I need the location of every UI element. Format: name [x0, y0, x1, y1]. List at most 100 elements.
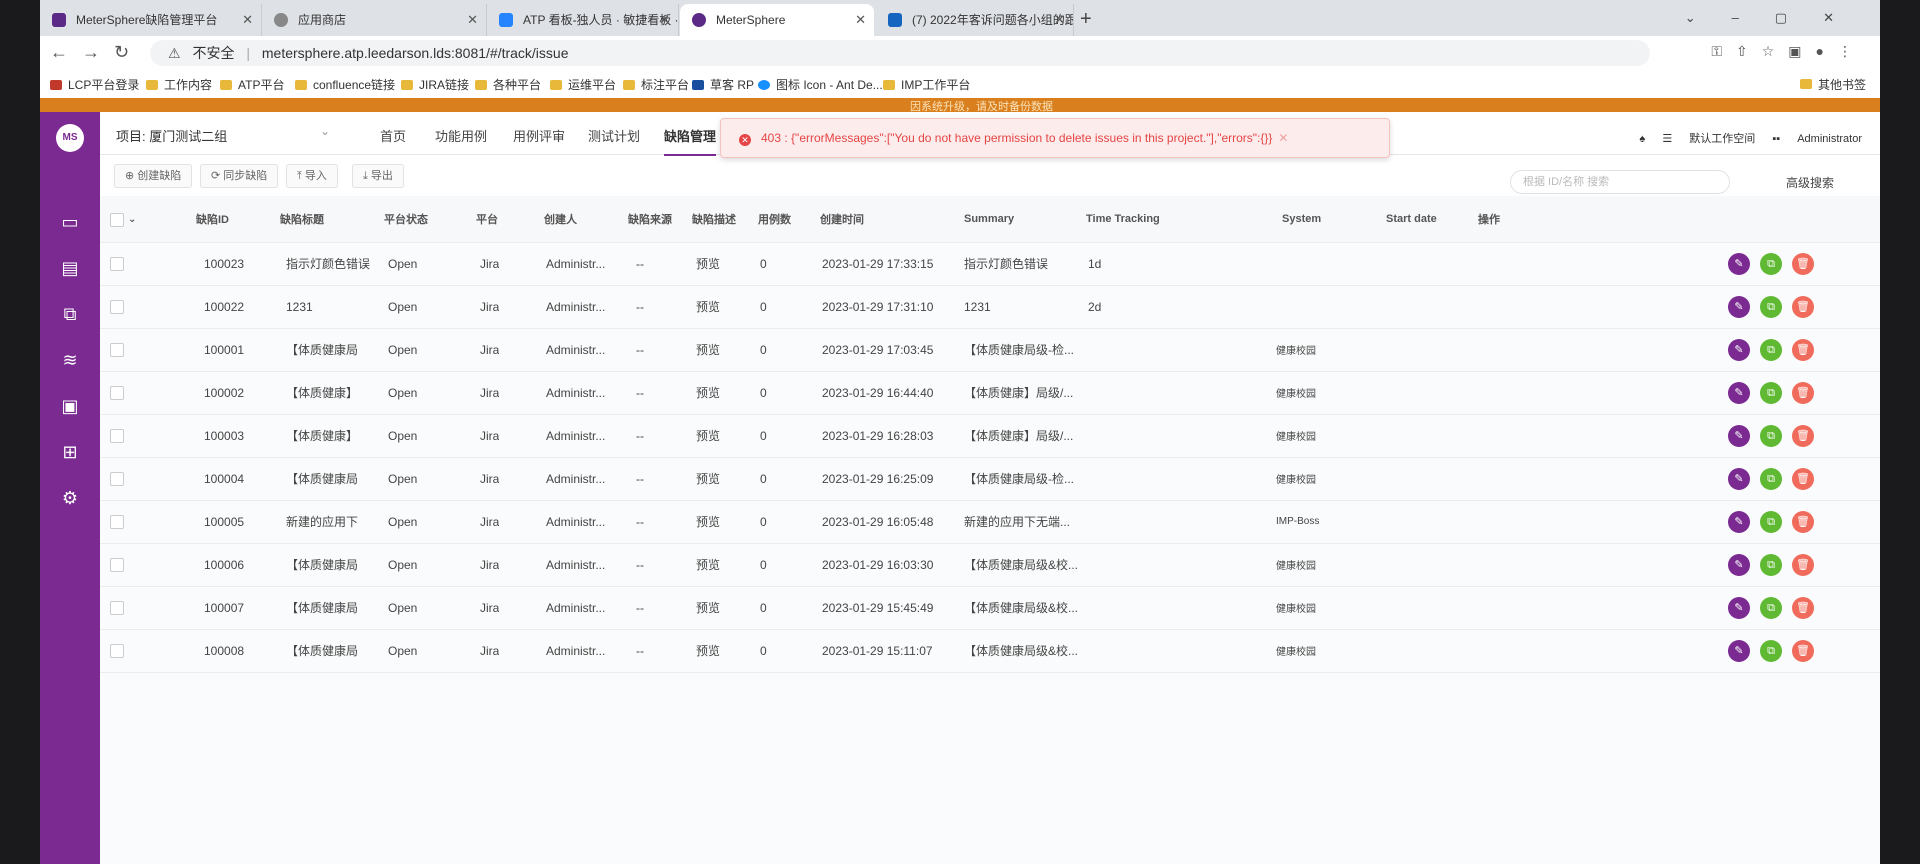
- forward-icon[interactable]: →: [82, 42, 100, 63]
- copy-icon[interactable]: ⧉: [1760, 553, 1782, 576]
- bookmark-item[interactable]: JIRA链接: [401, 76, 469, 93]
- browser-tab-2[interactable]: ATP 看板-独人员 · 敏捷看板 · J ✕: [487, 4, 679, 36]
- table-row[interactable]: 100002 【体质健康】 Open Jira Administr... -- 预览 0 202…: [100, 371, 1880, 415]
- advanced-search-link[interactable]: 高级搜索: [1786, 174, 1834, 191]
- nav-case-review[interactable]: 用例评审: [513, 126, 565, 145]
- close-icon[interactable]: ✕: [659, 4, 670, 36]
- back-icon[interactable]: ←: [50, 42, 68, 63]
- row-checkbox[interactable]: [110, 472, 124, 486]
- description-preview[interactable]: 预览: [696, 586, 720, 629]
- row-checkbox[interactable]: [110, 601, 124, 615]
- issue-title[interactable]: 指示灯颜色错误: [286, 242, 370, 285]
- table-row[interactable]: 100007 【体质健康局 Open Jira Administr... -- 预览 0 202…: [100, 586, 1880, 630]
- edit-icon[interactable]: ✎: [1728, 553, 1750, 576]
- row-checkbox[interactable]: [110, 257, 124, 271]
- copy-icon[interactable]: ⧉: [1760, 639, 1782, 662]
- copy-icon[interactable]: ⧉: [1760, 252, 1782, 275]
- edit-icon[interactable]: ✎: [1728, 424, 1750, 447]
- issue-title[interactable]: 【体质健康局: [286, 543, 358, 586]
- column-header[interactable]: Start date: [1386, 196, 1437, 242]
- column-header[interactable]: 创建时间: [820, 196, 864, 242]
- workspace-icon[interactable]: ⊞: [58, 440, 82, 464]
- description-preview[interactable]: 预览: [696, 414, 720, 457]
- bookmark-item[interactable]: 工作内容: [146, 76, 212, 93]
- bookmark-item[interactable]: LCP平台登录: [50, 76, 139, 93]
- bookmark-item[interactable]: 图标 Icon - Ant De...: [758, 76, 883, 93]
- chevron-down-icon[interactable]: ⌄: [128, 196, 136, 242]
- monitor-icon[interactable]: ▭: [58, 210, 82, 234]
- delete-icon[interactable]: 🗑: [1792, 424, 1814, 447]
- table-row[interactable]: 100022 1231 Open Jira Administr... -- 预览 0 2023-…: [100, 285, 1880, 329]
- description-preview[interactable]: 预览: [696, 543, 720, 586]
- delete-icon[interactable]: 🗑: [1792, 381, 1814, 404]
- column-header[interactable]: Summary: [964, 196, 1014, 242]
- copy-icon[interactable]: ⧉: [1760, 467, 1782, 490]
- description-preview[interactable]: 预览: [696, 500, 720, 543]
- row-checkbox[interactable]: [110, 429, 124, 443]
- delete-icon[interactable]: 🗑: [1792, 467, 1814, 490]
- edit-icon[interactable]: ✎: [1728, 639, 1750, 662]
- delete-icon[interactable]: 🗑: [1792, 639, 1814, 662]
- clipboard-icon[interactable]: ▤: [58, 256, 82, 280]
- workspace-selector[interactable]: 默认工作空间: [1689, 133, 1755, 145]
- copy-icon[interactable]: ⧉: [1760, 596, 1782, 619]
- issue-title[interactable]: 【体质健康】: [286, 371, 358, 414]
- issue-title[interactable]: 新建的应用下: [286, 500, 358, 543]
- new-tab-button[interactable]: +: [1080, 8, 1092, 31]
- issue-title[interactable]: 【体质健康】: [286, 414, 358, 457]
- column-header[interactable]: 创建人: [544, 196, 577, 242]
- row-checkbox[interactable]: [110, 644, 124, 658]
- row-checkbox[interactable]: [110, 558, 124, 572]
- copy-icon[interactable]: ⧉: [1760, 424, 1782, 447]
- delete-icon[interactable]: 🗑: [1792, 553, 1814, 576]
- edit-icon[interactable]: ✎: [1728, 338, 1750, 361]
- copy-icon[interactable]: ⧉: [1760, 338, 1782, 361]
- export-button[interactable]: ⤓ 导出: [352, 164, 404, 188]
- issue-title[interactable]: 1231: [286, 285, 313, 328]
- nav-issue-management[interactable]: 缺陷管理: [664, 126, 717, 156]
- delete-icon[interactable]: 🗑: [1792, 596, 1814, 619]
- column-header[interactable]: 用例数: [758, 196, 791, 242]
- close-icon[interactable]: ✕: [1054, 4, 1065, 36]
- browser-tab-3[interactable]: MeterSphere ✕: [680, 4, 874, 36]
- column-header[interactable]: Time Tracking: [1086, 196, 1160, 242]
- bookmark-item[interactable]: ATP平台: [220, 76, 284, 93]
- edit-icon[interactable]: ✎: [1728, 381, 1750, 404]
- table-row[interactable]: 100001 【体质健康局 Open Jira Administr... -- 预览 0 202…: [100, 328, 1880, 372]
- task-icon[interactable]: ☰: [1662, 133, 1672, 145]
- issue-title[interactable]: 【体质健康局: [286, 457, 358, 500]
- browser-tab-4[interactable]: (7) 2022年客诉问题各小组的跟踪 ✕: [876, 4, 1074, 36]
- issue-title[interactable]: 【体质健康局: [286, 328, 358, 371]
- project-selector[interactable]: 项目: 厦门测试二组: [116, 126, 227, 145]
- row-checkbox[interactable]: [110, 300, 124, 314]
- import-button[interactable]: ⤒ 导入: [286, 164, 338, 188]
- bookmark-item[interactable]: 各种平台: [475, 76, 541, 93]
- url-bar[interactable]: ⚠ 不安全 | metersphere.atp.leedarson.lds:80…: [150, 40, 1650, 66]
- create-issue-button[interactable]: ⊕ 创建缺陷: [114, 164, 193, 188]
- close-icon[interactable]: ✕: [242, 4, 253, 36]
- column-header[interactable]: 平台: [476, 196, 498, 242]
- edit-icon[interactable]: ✎: [1728, 295, 1750, 318]
- sync-issue-button[interactable]: ⟳ 同步缺陷: [200, 164, 279, 188]
- browser-tab-1[interactable]: 应用商店 ✕: [262, 4, 487, 36]
- column-header[interactable]: 缺陷描述: [692, 196, 736, 242]
- bookmark-item[interactable]: confluence链接: [295, 76, 395, 93]
- browser-tab-0[interactable]: MeterSphere缺陷管理平台 ✕: [40, 4, 262, 36]
- close-icon[interactable]: ✕: [855, 4, 866, 36]
- delete-icon[interactable]: 🗑: [1792, 252, 1814, 275]
- table-row[interactable]: 100023 指示灯颜色错误 Open Jira Administr... -- 预览 0 20…: [100, 242, 1880, 286]
- description-preview[interactable]: 预览: [696, 242, 720, 285]
- other-bookmarks[interactable]: 其他书签: [1799, 76, 1866, 93]
- table-row[interactable]: 100004 【体质健康局 Open Jira Administr... -- 预览 0 202…: [100, 457, 1880, 501]
- description-preview[interactable]: 预览: [696, 371, 720, 414]
- column-header[interactable]: System: [1282, 196, 1321, 242]
- reload-icon[interactable]: ↻: [114, 42, 129, 63]
- edit-icon[interactable]: ✎: [1728, 510, 1750, 533]
- description-preview[interactable]: 预览: [696, 457, 720, 500]
- issue-title[interactable]: 【体质健康局: [286, 629, 358, 672]
- column-header[interactable]: 缺陷来源: [628, 196, 672, 242]
- edit-icon[interactable]: ✎: [1728, 467, 1750, 490]
- column-header[interactable]: 操作: [1478, 196, 1500, 242]
- bookmark-item[interactable]: IMP工作平台: [883, 76, 970, 93]
- language-icon[interactable]: ▪▪: [1772, 133, 1780, 145]
